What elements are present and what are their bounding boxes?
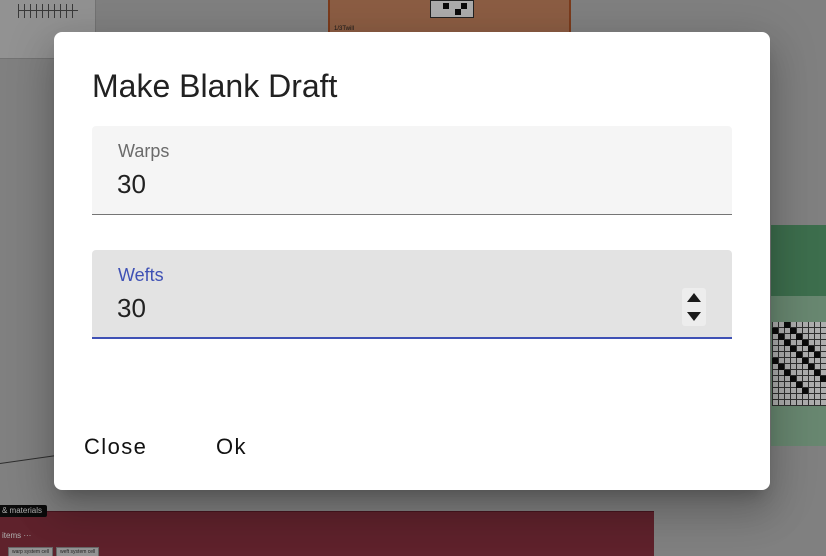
wefts-input[interactable] (117, 291, 657, 325)
spinner-up-arrow-icon[interactable] (682, 288, 706, 307)
warps-label: Warps (118, 141, 170, 161)
dialog-title: Make Blank Draft (92, 68, 338, 104)
spinner-down-arrow-icon[interactable] (682, 307, 706, 326)
close-button[interactable]: Close (76, 430, 155, 464)
make-blank-draft-dialog: Make Blank Draft Warps Wefts Close Ok (54, 32, 770, 490)
wefts-number-spinner[interactable] (682, 288, 706, 326)
ok-button[interactable]: Ok (208, 430, 255, 464)
wefts-field[interactable]: Wefts (92, 250, 732, 339)
warps-field[interactable]: Warps (92, 126, 732, 215)
warps-input[interactable] (117, 167, 657, 201)
wefts-label: Wefts (118, 265, 164, 285)
